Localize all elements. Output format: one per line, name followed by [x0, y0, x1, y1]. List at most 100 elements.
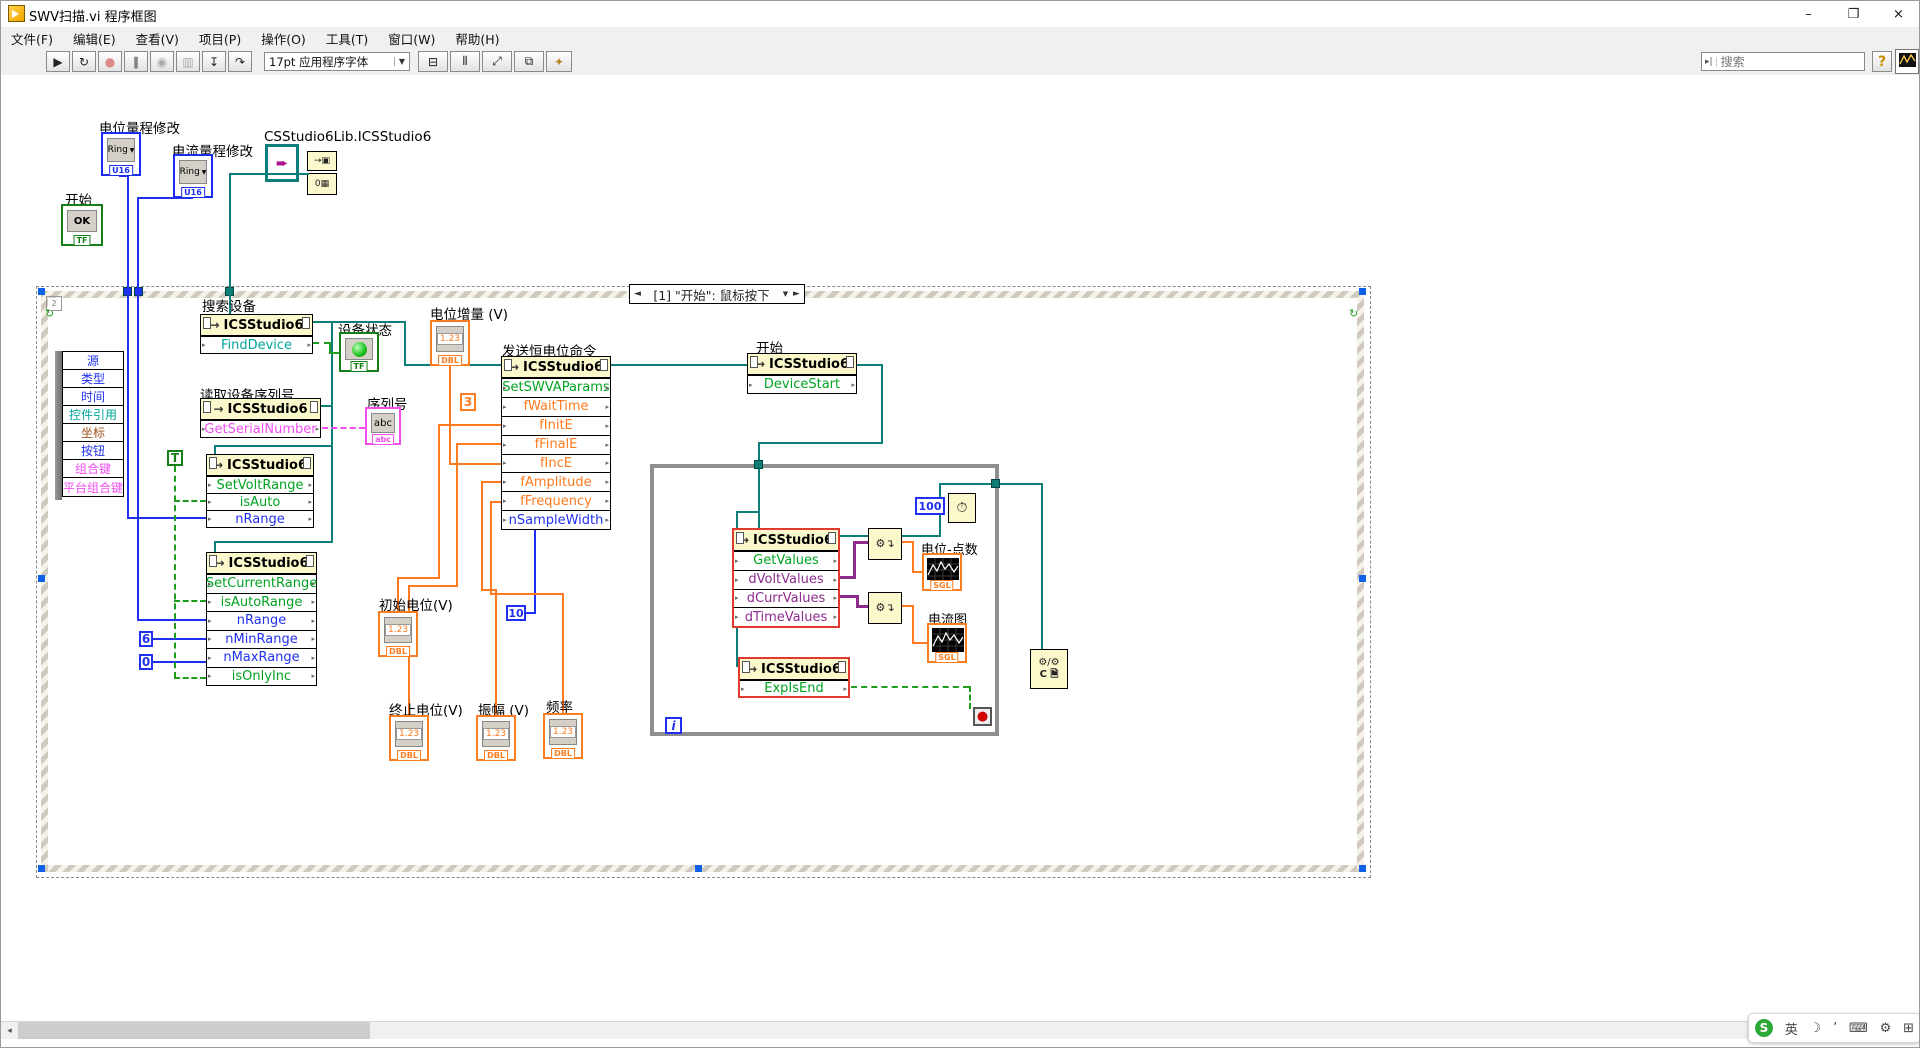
resize-objects-dropdown[interactable]: ⤢	[482, 51, 512, 72]
numeric-constant-10[interactable]: 10	[506, 605, 526, 621]
invoke-node-set-volt-range[interactable]: →ICSStudio6 SetVoltRange isAuto nRange	[206, 454, 314, 528]
event-data-node-rail[interactable]	[55, 351, 62, 500]
prev-case-arrow[interactable]: ◄	[632, 289, 643, 299]
selection-handle[interactable]	[695, 865, 702, 872]
event-data-item[interactable]: 坐标	[62, 423, 124, 442]
variant-to-data-icon[interactable]: ⚙↴	[868, 592, 902, 624]
invoke-node-set-swva-params[interactable]: →ICSStudio6 SetSWVAParams fWaitTime fIni…	[501, 356, 611, 530]
maximize-button[interactable]: ❐	[1831, 1, 1876, 27]
constructor-icon[interactable]: →▣	[307, 151, 337, 171]
close-button[interactable]: ×	[1876, 1, 1920, 27]
event-structure-border-bottom[interactable]	[41, 865, 1364, 872]
event-data-item[interactable]: 控件引用	[62, 405, 124, 424]
help-button[interactable]: ?	[1872, 51, 1892, 72]
selection-handle[interactable]	[1359, 865, 1366, 872]
param-row[interactable]: nSampleWidth	[502, 510, 610, 529]
method-row[interactable]: DeviceStart	[748, 375, 856, 393]
case-dropdown-arrow[interactable]: ▼	[780, 290, 791, 298]
param-row[interactable]: nRange	[207, 611, 316, 630]
numeric-constant-100[interactable]: 100	[915, 497, 945, 515]
numeric-constant-0[interactable]: 0	[139, 654, 153, 670]
ime-keyboard-icon[interactable]: ⌨	[1849, 1021, 1868, 1036]
variant-to-data-icon[interactable]: ⚙↴	[868, 528, 902, 560]
retain-wire-values-button[interactable]: ▥	[176, 51, 200, 72]
invoke-node-set-current-range[interactable]: →ICSStudio6 SetCurrentRange isAutoRange …	[206, 552, 317, 686]
event-data-item[interactable]: 平台组合键	[62, 477, 124, 497]
current-chart-terminal[interactable]: SGL	[927, 623, 967, 663]
next-case-arrow[interactable]: ►	[791, 289, 802, 299]
selection-handle[interactable]	[1359, 288, 1366, 295]
step-over-button[interactable]: ↷	[228, 51, 252, 72]
amplitude-numeric[interactable]: 1.23 DBL	[476, 715, 516, 761]
loop-tunnel[interactable]	[754, 460, 763, 469]
loop-tunnel[interactable]	[991, 479, 1000, 488]
init-pot-numeric[interactable]: 1.23 DBL	[378, 611, 418, 657]
minimize-button[interactable]: –	[1786, 1, 1831, 27]
param-row[interactable]: fAmplitude	[502, 472, 610, 491]
pot-range-ring-terminal[interactable]: Ring▼ U16	[101, 132, 141, 176]
param-row[interactable]: nMinRange	[207, 630, 316, 649]
numeric-constant-6[interactable]: 6	[139, 631, 153, 647]
device-status-led-terminal[interactable]: TF	[339, 332, 379, 372]
selection-handle[interactable]	[38, 865, 45, 872]
ime-lang-indicator[interactable]: 英	[1785, 1019, 1798, 1038]
final-pot-numeric[interactable]: 1.23 DBL	[389, 715, 429, 761]
event-data-item[interactable]: 按钮	[62, 441, 124, 460]
method-row[interactable]: SetSWVAParams	[502, 378, 610, 397]
horizontal-scrollbar[interactable]: ◂ ▸	[1, 1021, 1920, 1039]
event-data-item[interactable]: 组合键	[62, 459, 124, 478]
menu-view[interactable]: 查看(V)	[126, 27, 189, 50]
param-row[interactable]: fFrequency	[502, 491, 610, 510]
menu-operate[interactable]: 操作(O)	[251, 27, 316, 50]
step-into-button[interactable]: ↧	[202, 51, 226, 72]
search-scope-caret[interactable]: ▸|	[1702, 57, 1717, 67]
highlight-execution-button[interactable]: ◉	[150, 51, 174, 72]
param-row[interactable]: fFinalE	[502, 435, 610, 454]
template-object-icon[interactable]: 0▦	[307, 173, 337, 195]
distribute-objects-dropdown[interactable]: ⫴	[450, 51, 480, 72]
menu-tools[interactable]: 工具(T)	[316, 27, 378, 50]
start-ok-button-terminal[interactable]: OK TF	[61, 204, 103, 246]
serial-string-indicator[interactable]: abc abc	[365, 407, 401, 445]
menu-edit[interactable]: 编辑(E)	[63, 27, 126, 50]
ime-quote-icon[interactable]: ’	[1833, 1021, 1837, 1036]
reorder-objects-dropdown[interactable]: ⧉	[514, 51, 544, 72]
param-row[interactable]: nMaxRange	[207, 648, 316, 667]
ime-settings-icon[interactable]: ⚙	[1880, 1021, 1892, 1036]
menu-help[interactable]: 帮助(H)	[445, 27, 509, 50]
param-row[interactable]: dCurrValues	[734, 589, 838, 608]
clean-up-diagram-button[interactable]: ✦	[546, 51, 572, 72]
text-settings-dropdown[interactable]: 17pt 应用程序字体 ▼	[264, 52, 410, 71]
invoke-node-exp-is-end[interactable]: →ICSStudio6 ExpIsEnd	[738, 657, 850, 698]
selection-handle[interactable]	[38, 288, 45, 295]
event-selector-tab[interactable]: ◄ [1] "开始": 鼠标按下 ▼ ►	[629, 284, 805, 304]
method-row[interactable]: ExpIsEnd	[740, 680, 848, 696]
search-box[interactable]: ▸|	[1701, 52, 1865, 71]
param-row[interactable]: fWaitTime	[502, 397, 610, 416]
menu-window[interactable]: 窗口(W)	[378, 27, 445, 50]
wait-ms-icon[interactable]: ⏱	[948, 493, 976, 523]
param-row[interactable]: nRange	[207, 510, 313, 527]
loop-stop-terminal[interactable]: ●	[973, 707, 992, 726]
vi-class-constant[interactable]: ➨	[265, 144, 299, 182]
invoke-node-device-start[interactable]: →ICSStudio6 DeviceStart	[747, 353, 857, 394]
menu-project[interactable]: 项目(P)	[189, 27, 251, 50]
method-row[interactable]: GetValues	[734, 551, 838, 570]
param-row[interactable]: dTimeValues	[734, 607, 838, 626]
method-row[interactable]: SetCurrentRange	[207, 574, 316, 593]
vi-icon-thumbnail[interactable]	[1895, 49, 1919, 74]
param-row[interactable]: fIncE	[502, 454, 610, 473]
pot-increment-numeric[interactable]: 1.23 DBL	[430, 320, 470, 366]
close-reference-icon[interactable]: ⚙/⚙ C 🗎	[1030, 649, 1068, 689]
param-row[interactable]: isAutoRange	[207, 593, 316, 612]
method-row[interactable]: SetVoltRange	[207, 476, 313, 493]
scroll-left-arrow[interactable]: ◂	[1, 1022, 18, 1039]
selection-handle[interactable]	[1359, 575, 1366, 582]
param-row[interactable]: isAuto	[207, 493, 313, 510]
invoke-node-get-serial[interactable]: →ICSStudio6 GetSerialNumber	[200, 398, 321, 438]
volt-chart-terminal[interactable]: SGL	[922, 553, 962, 591]
ime-moon-icon[interactable]: ☽	[1810, 1021, 1822, 1036]
run-button[interactable]: ▶	[46, 51, 70, 72]
param-row[interactable]: dVoltValues	[734, 570, 838, 589]
invoke-node-get-values[interactable]: →ICSStudio6 GetValues dVoltValues dCurrV…	[732, 528, 840, 628]
